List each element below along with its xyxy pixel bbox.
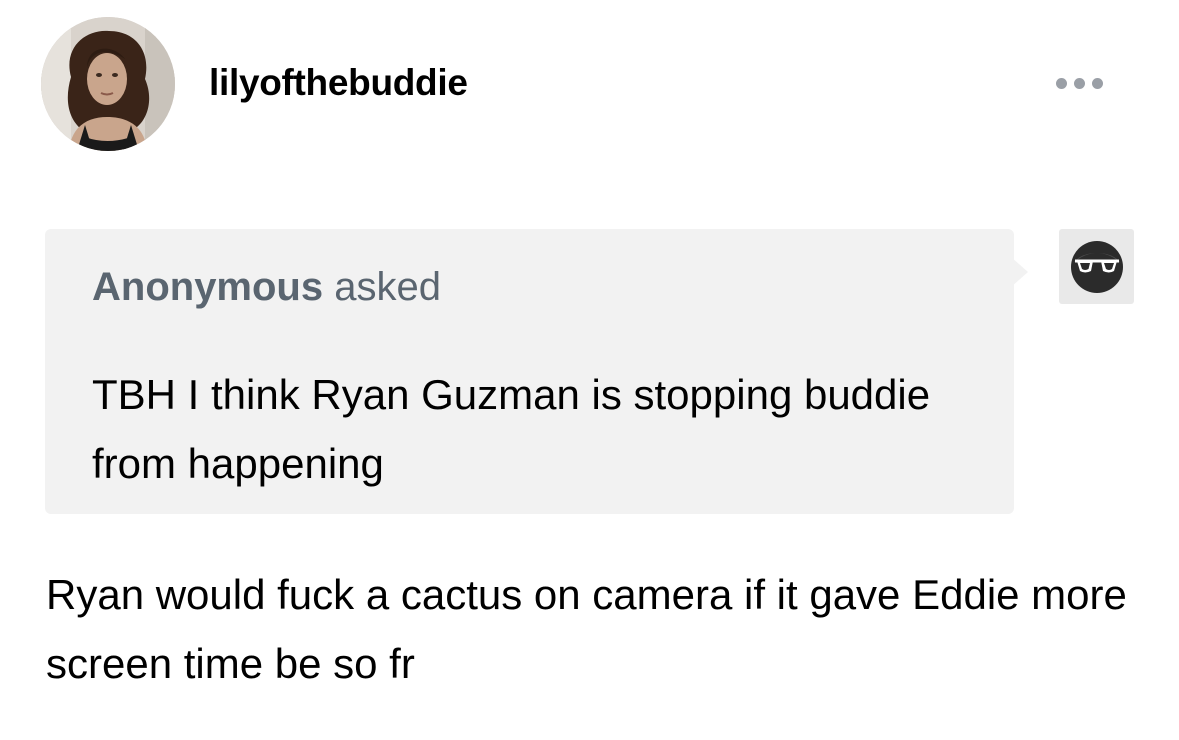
asker-name: Anonymous	[92, 265, 324, 309]
anonymous-avatar	[1059, 229, 1134, 304]
post-username[interactable]: lilyofthebuddie	[209, 62, 468, 104]
user-avatar[interactable]	[41, 17, 175, 151]
ask-header: Anonymous asked	[92, 265, 441, 310]
ask-verb: asked	[334, 265, 441, 309]
ellipsis-dot-icon	[1091, 77, 1103, 89]
answer-text: Ryan would fuck a cactus on camera if it…	[46, 571, 1127, 687]
ellipsis-dot-icon	[1073, 77, 1085, 89]
more-options-button[interactable]	[1042, 66, 1116, 100]
ask-bubble-tail	[1010, 256, 1028, 288]
user-avatar-photo-icon	[41, 17, 175, 151]
ellipsis-dot-icon	[1055, 77, 1067, 89]
anonymous-sunglasses-icon	[1070, 240, 1123, 293]
ask-question-text: TBH I think Ryan Guzman is stopping budd…	[92, 371, 931, 487]
